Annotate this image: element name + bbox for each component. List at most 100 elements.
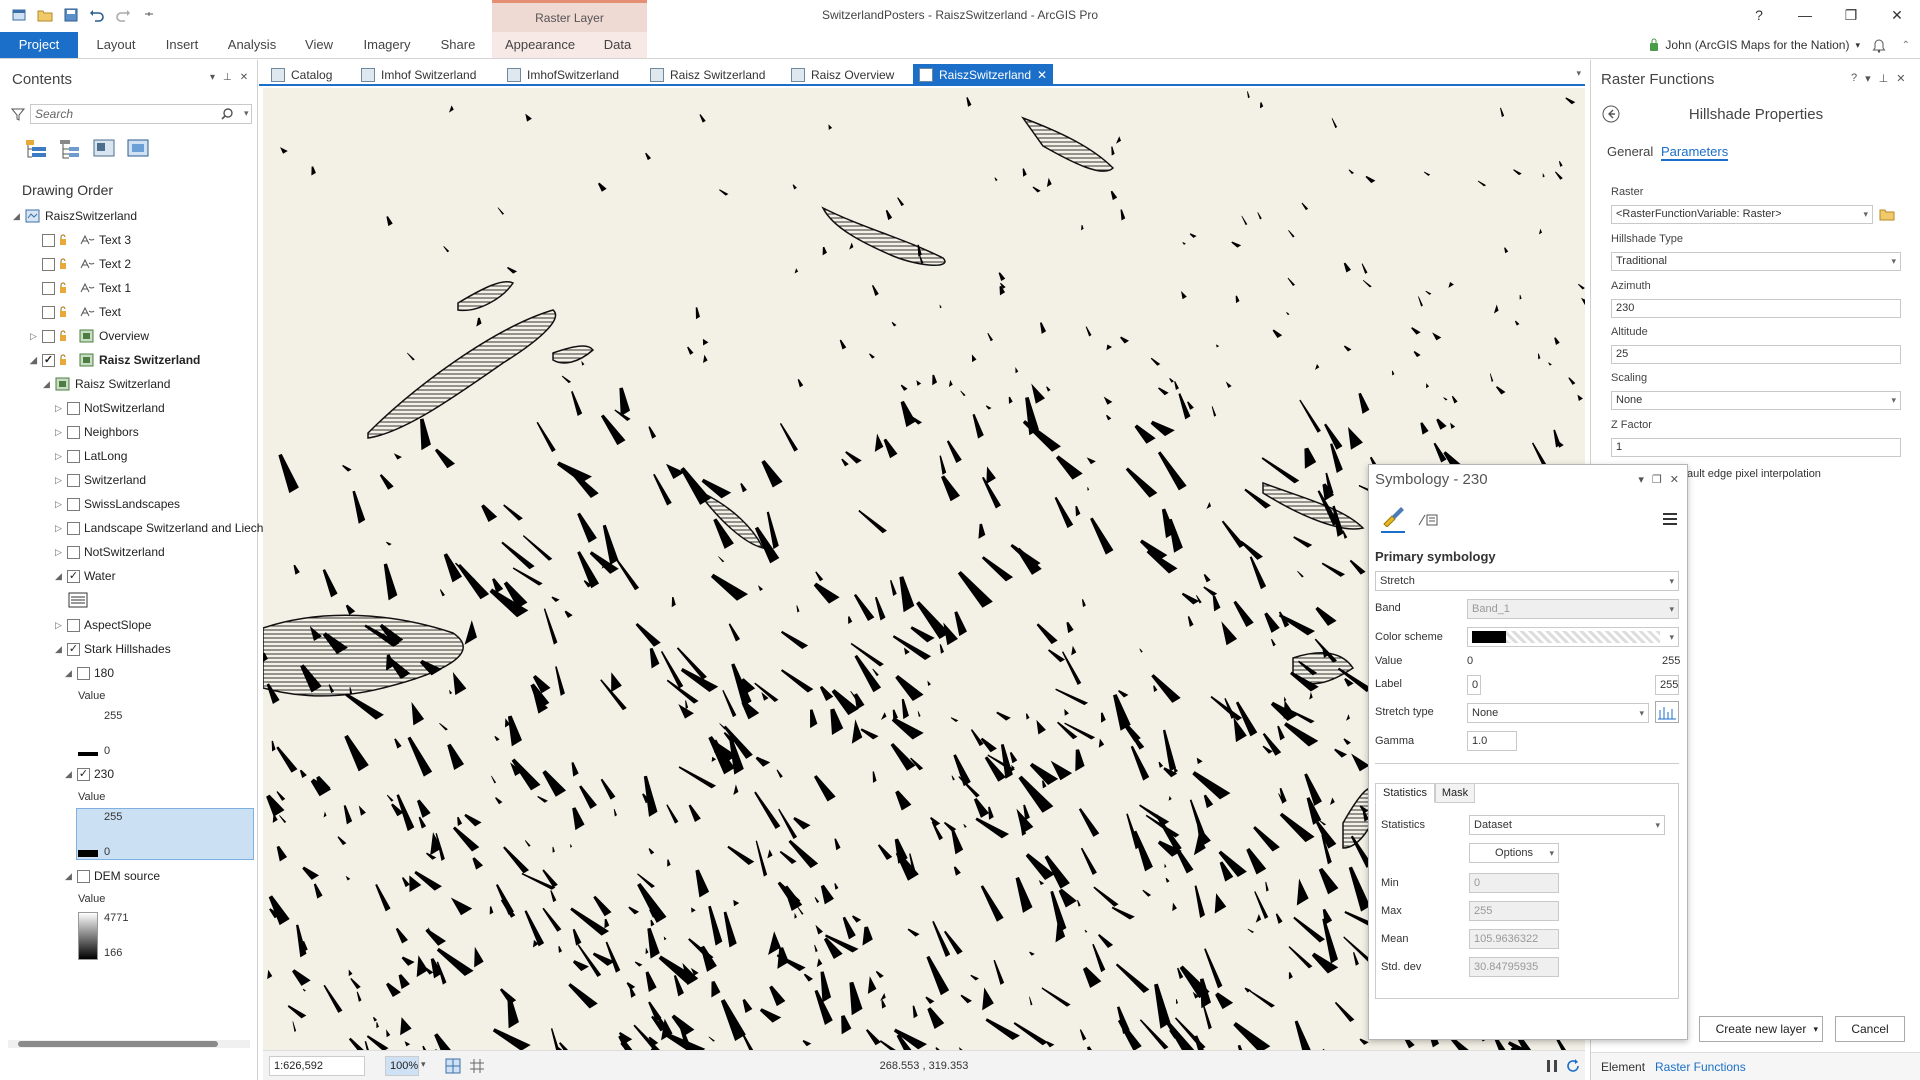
layer-row-notswitzerland[interactable]: ▷ NotSwitzerland (54, 398, 165, 418)
list-by-selection-icon[interactable] (92, 137, 116, 161)
expand-icon[interactable]: ▷ (54, 542, 63, 562)
collapse-icon[interactable]: ◢ (64, 764, 73, 784)
create-new-layer-button[interactable]: Create new layer ▾ (1699, 1016, 1823, 1042)
close-button[interactable]: ✕ (1874, 0, 1920, 30)
legend-ramp-selected[interactable] (76, 808, 254, 860)
visibility-checkbox[interactable] (77, 666, 90, 680)
view-tab-imhof-switzerland[interactable]: Imhof Switzerland (355, 64, 482, 86)
gamma-input[interactable]: 1.0 (1467, 731, 1517, 751)
layer-row-swisslandscapes[interactable]: ▷ SwissLandscapes (54, 494, 180, 514)
scrollbar-thumb[interactable] (18, 1041, 218, 1047)
contents-search-input[interactable]: Search (30, 104, 252, 124)
collapse-icon[interactable]: ◢ (12, 206, 21, 226)
search-icon[interactable] (220, 107, 234, 121)
layer-row-overview[interactable]: ▷ Overview (29, 326, 149, 346)
layer-row-hillshade-230[interactable]: ◢ ✓ 230 (64, 764, 114, 784)
layer-row-hillshade-180[interactable]: ◢ 180 (64, 663, 114, 683)
pin-icon[interactable]: ⊥ (223, 72, 232, 83)
tab-appearance[interactable]: Appearance (492, 32, 588, 58)
collapse-icon[interactable]: ◢ (54, 566, 63, 586)
tab-layout[interactable]: Layout (88, 32, 144, 58)
stretch-type-select[interactable]: None (1467, 703, 1649, 723)
layer-row-switzerland[interactable]: ▷ Switzerland (54, 470, 146, 490)
tab-analysis[interactable]: Analysis (220, 32, 284, 58)
hamburger-menu-icon[interactable] (1663, 513, 1677, 525)
hillshade-type-select[interactable]: Traditional (1611, 252, 1901, 271)
stddev-input[interactable]: 30.84795935 (1469, 957, 1559, 977)
list-by-snapping-icon[interactable] (126, 137, 150, 161)
browse-folder-icon[interactable] (1879, 207, 1895, 221)
tab-statistics[interactable]: Statistics (1375, 783, 1435, 803)
collapse-icon[interactable]: ◢ (64, 866, 73, 886)
collapse-icon[interactable]: ◢ (64, 663, 73, 683)
pin-icon[interactable]: ⊥ (1879, 72, 1889, 85)
tab-data[interactable]: Data (588, 32, 647, 58)
tab-share[interactable]: Share (430, 32, 486, 58)
tab-imagery[interactable]: Imagery (354, 32, 420, 58)
expand-icon[interactable]: ▷ (54, 518, 63, 538)
splitter[interactable] (1375, 763, 1679, 764)
band-select[interactable]: Band_1 (1467, 599, 1679, 619)
list-by-drawing-order-icon[interactable] (24, 137, 48, 161)
layer-row-dem-source[interactable]: ◢ DEM source (64, 866, 160, 886)
expand-icon[interactable]: ▷ (54, 398, 63, 418)
zfactor-input[interactable]: 1 (1611, 438, 1901, 457)
search-options-icon[interactable]: ▾ (244, 108, 249, 119)
tabs-overflow-icon[interactable]: ▾ (1576, 68, 1581, 79)
vary-symbology-tab[interactable] (1415, 507, 1439, 529)
visibility-checkbox[interactable]: ✓ (67, 569, 80, 583)
expand-icon[interactable]: ▷ (54, 422, 63, 442)
visibility-checkbox[interactable] (42, 233, 55, 247)
expand-icon[interactable]: ▷ (54, 470, 63, 490)
collapse-icon[interactable]: ◢ (54, 639, 63, 659)
visibility-checkbox[interactable]: ✓ (77, 767, 90, 781)
visibility-checkbox[interactable] (67, 497, 80, 511)
layer-row-neighbors[interactable]: ▷ Neighbors (54, 422, 139, 442)
visibility-checkbox[interactable] (42, 281, 55, 295)
statistics-select[interactable]: Dataset (1469, 815, 1665, 835)
contents-horizontal-scrollbar[interactable] (8, 1040, 250, 1048)
visibility-checkbox[interactable]: ✓ (42, 353, 55, 367)
expand-icon[interactable]: ▷ (54, 615, 63, 635)
visibility-checkbox[interactable] (67, 473, 80, 487)
water-symbol-swatch[interactable] (68, 592, 88, 608)
layer-row-text[interactable]: Text (42, 302, 121, 322)
help-icon[interactable]: ? (1851, 72, 1857, 85)
raster-select[interactable]: <RasterFunctionVariable: Raster> (1611, 205, 1873, 224)
view-tab-raiszswitzerland-active[interactable]: RaiszSwitzerland ✕ (913, 64, 1054, 86)
view-tab-imhofswitzerland[interactable]: ImhofSwitzerland (501, 64, 625, 86)
tab-element[interactable]: Element (1601, 1060, 1645, 1074)
map-node[interactable]: ◢ RaiszSwitzerland (12, 206, 137, 226)
visibility-checkbox[interactable] (42, 329, 55, 343)
pause-drawing-icon[interactable] (1545, 1058, 1559, 1074)
visibility-checkbox[interactable] (42, 257, 55, 271)
filter-icon[interactable] (11, 107, 25, 121)
collapse-icon[interactable]: ◢ (42, 374, 51, 394)
mean-input[interactable]: 105.9636322 (1469, 929, 1559, 949)
visibility-checkbox[interactable] (67, 521, 80, 535)
layer-row-latlong[interactable]: ▷ LatLong (54, 446, 127, 466)
tab-insert[interactable]: Insert (154, 32, 210, 58)
scaling-select[interactable]: None (1611, 391, 1901, 410)
expand-icon[interactable]: ▷ (29, 326, 38, 346)
layer-row-text1[interactable]: Text 1 (42, 278, 131, 298)
close-pane-icon[interactable]: ✕ (240, 72, 248, 83)
visibility-checkbox[interactable] (67, 545, 80, 559)
visibility-checkbox[interactable] (42, 305, 55, 319)
user-account[interactable]: John (ArcGIS Maps for the Nation) ▾ (1649, 38, 1860, 52)
minimize-button[interactable]: — (1782, 0, 1828, 30)
view-tab-catalog[interactable]: Catalog (265, 64, 338, 86)
layer-row-notswitzerland-2[interactable]: ▷ NotSwitzerland (54, 542, 165, 562)
layer-row-raisz-switzerland[interactable]: ◢ Raisz Switzerland (42, 374, 170, 394)
renderer-select[interactable]: Stretch (1375, 571, 1679, 591)
close-tab-icon[interactable]: ✕ (1037, 64, 1047, 86)
pane-menu-icon[interactable]: ▾ (1638, 473, 1644, 486)
altitude-input[interactable]: 25 (1611, 345, 1901, 364)
layer-row-aspectslope[interactable]: ▷ AspectSlope (54, 615, 151, 635)
tab-parameters[interactable]: Parameters (1661, 144, 1729, 161)
tab-general[interactable]: General (1607, 144, 1653, 159)
label-min-input[interactable]: 0 (1467, 675, 1481, 695)
collapse-icon[interactable]: ◢ (29, 350, 38, 370)
layer-row-text2[interactable]: Text 2 (42, 254, 131, 274)
maximize-icon[interactable]: ❐ (1652, 473, 1662, 486)
